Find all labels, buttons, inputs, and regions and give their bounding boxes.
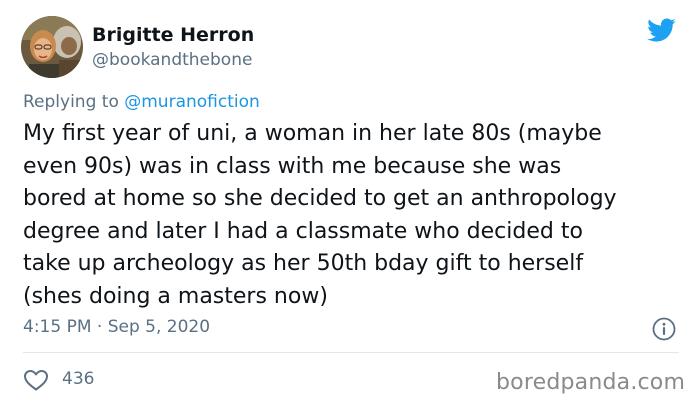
author-name[interactable]: Brigitte Herron [92,24,254,46]
avatar-image [21,16,83,78]
replying-to: Replying to @muranofiction [23,92,260,112]
tweet-body-line: degree and later I had a classmate who d… [23,218,583,244]
tweet-card: Brigitte Herron @bookandthebone Replying… [0,0,700,406]
replying-prefix: Replying to [23,92,125,112]
tweet-body-line: take up archeology as her 50th bday gift… [23,251,584,276]
reply-mention-link[interactable]: @muranofiction [124,92,260,112]
heart-icon[interactable] [23,368,49,392]
like-count[interactable]: 436 [62,369,94,389]
avatar[interactable] [21,16,83,78]
divider [23,352,679,353]
author-handle[interactable]: @bookandthebone [92,50,252,70]
info-icon[interactable] [651,316,677,342]
tweet-body-line: even 90s) was in class with me because s… [23,153,562,179]
twitter-bird-icon[interactable] [644,15,678,45]
tweet-body-line: (shes doing a masters now) [23,283,328,309]
tweet-body: My first year of uni, a woman in her lat… [23,118,688,313]
tweet-body-line: My first year of uni, a woman in her lat… [23,121,602,146]
tweet-timestamp[interactable]: 4:15 PM · Sep 5, 2020 [23,317,210,337]
tweet-body-line: bored at home so she decided to get an a… [23,186,617,211]
watermark: boredpanda.com [496,370,686,395]
